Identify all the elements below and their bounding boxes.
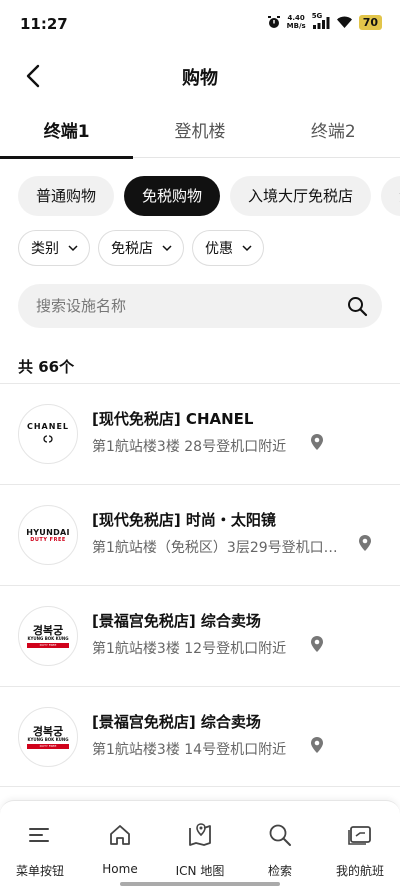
chanel-cc-icon (43, 435, 53, 443)
menu-icon (29, 828, 49, 842)
store-list: CHANEL [现代免税店] CHANEL 第1航站楼3楼 28号登机口附近 H… (0, 383, 400, 787)
search-box (18, 284, 382, 328)
nav-label: 检索 (267, 864, 292, 878)
chip-general-shopping[interactable]: 普通购物 (18, 176, 115, 216)
tab-terminal-2[interactable]: 终端2 (267, 110, 400, 157)
store-title: [现代免税店] CHANEL (92, 410, 254, 428)
chip-duty-free-shopping[interactable]: 免税购物 (124, 176, 221, 216)
filter-category-dropdown[interactable]: 类别 (18, 230, 90, 266)
store-title: [景福宫免税店] 综合卖场 (92, 713, 261, 731)
wifi-icon (336, 16, 352, 28)
list-item[interactable]: 경복궁 KYUNG BOK KUNG DUTY FREE [景福宫免税店] 综合… (0, 686, 400, 787)
store-logo: 경복궁 KYUNG BOK KUNG DUTY FREE (18, 606, 78, 666)
kyungbokkung-logo: 경복궁 KYUNG BOK KUNG DUTY FREE (27, 724, 69, 749)
chip-arrival-duty-free[interactable]: 入境大厅免税店 (230, 176, 372, 216)
store-title: [景福宫免税店] 综合卖场 (92, 612, 261, 630)
store-logo: 경복궁 KYUNG BOK KUNG DUTY FREE (18, 707, 78, 767)
map-icon (189, 823, 211, 846)
location-pin-icon[interactable] (310, 635, 324, 653)
list-item[interactable]: CHANEL [现代免税店] CHANEL 第1航站楼3楼 28号登机口附近 (0, 383, 400, 484)
filter-label: 免税店 (111, 241, 153, 257)
store-logo: CHANEL (18, 404, 78, 464)
home-indicator (120, 882, 280, 886)
nav-label: 我的航班 (335, 864, 384, 878)
tab-concourse[interactable]: 登机楼 (133, 110, 266, 157)
app-header: 购物 (0, 52, 400, 98)
search-icon[interactable] (346, 295, 368, 317)
tab-terminal-1[interactable]: 终端1 (0, 110, 134, 159)
bottom-nav: 菜单按钮 Home ICN 地图 检索 我的航班 (0, 800, 400, 889)
filter-label: 类别 (31, 241, 59, 257)
status-time: 11:27 (20, 15, 68, 33)
home-icon (110, 825, 130, 845)
page-title: 购物 (182, 68, 218, 89)
nav-icn-map[interactable]: ICN 地图 (160, 801, 240, 889)
location-pin-icon[interactable] (310, 736, 324, 754)
filter-store-dropdown[interactable]: 免税店 (98, 230, 184, 266)
chevron-down-icon (68, 245, 78, 252)
chevron-down-icon (242, 245, 252, 252)
kyungbokkung-logo: 경복궁 KYUNG BOK KUNG DUTY FREE (27, 623, 69, 648)
store-location: 第1航站楼3楼 28号登机口附近 (92, 439, 287, 455)
terminal-tabs: 终端1 登机楼 终端2 (0, 110, 400, 159)
status-icons: 4.40 MB/s 5G 70 (267, 12, 382, 30)
nav-menu[interactable]: 菜单按钮 (0, 801, 80, 889)
hyundai-duty-free-logo: HYUNDAI DUTY FREE (26, 527, 70, 543)
location-pin-icon[interactable] (358, 534, 372, 552)
signal-5g-icon: 5G (312, 12, 330, 30)
store-title: [现代免税店] 时尚・太阳镜 (92, 511, 276, 529)
chip-more[interactable]: 免 (381, 176, 400, 216)
filter-label: 优惠 (205, 241, 233, 257)
search-icon (269, 824, 291, 846)
store-location: 第1航站楼3楼 14号登机口附近 (92, 742, 287, 758)
nav-label: ICN 地图 (175, 864, 225, 878)
nav-my-flight[interactable]: 我的航班 (320, 801, 400, 889)
nav-search[interactable]: 检索 (240, 801, 320, 889)
chevron-down-icon (162, 245, 172, 252)
list-item[interactable]: HYUNDAI DUTY FREE [现代免税店] 时尚・太阳镜 第1航站楼（免… (0, 484, 400, 585)
nav-label: Home (102, 862, 138, 876)
net-speed: 4.40 MB/s (286, 14, 306, 30)
alarm-icon (267, 16, 280, 28)
store-location: 第1航站楼3楼 12号登机口附近 (92, 641, 287, 657)
nav-label: 菜单按钮 (15, 864, 64, 878)
location-pin-icon[interactable] (310, 433, 324, 451)
battery-indicator: 70 (358, 14, 382, 30)
result-count: 共 66个 (18, 358, 75, 376)
list-item[interactable]: 경복궁 KYUNG BOK KUNG DUTY FREE [景福宫免税店] 综合… (0, 585, 400, 686)
status-bar: 11:27 4.40 MB/s 5G 70 (0, 0, 400, 48)
ticket-icon (348, 826, 371, 845)
chanel-logo: CHANEL (27, 422, 69, 446)
filter-offers-dropdown[interactable]: 优惠 (192, 230, 264, 266)
search-input[interactable] (36, 284, 326, 328)
category-chips: 普通购物 免税购物 入境大厅免税店 免 (18, 176, 400, 216)
store-location: 第1航站楼（免税区）3层29号登机口附近 (92, 540, 342, 556)
nav-home[interactable]: Home (80, 801, 160, 889)
store-logo: HYUNDAI DUTY FREE (18, 505, 78, 565)
filters-row: 类别 免税店 优惠 (18, 230, 264, 266)
